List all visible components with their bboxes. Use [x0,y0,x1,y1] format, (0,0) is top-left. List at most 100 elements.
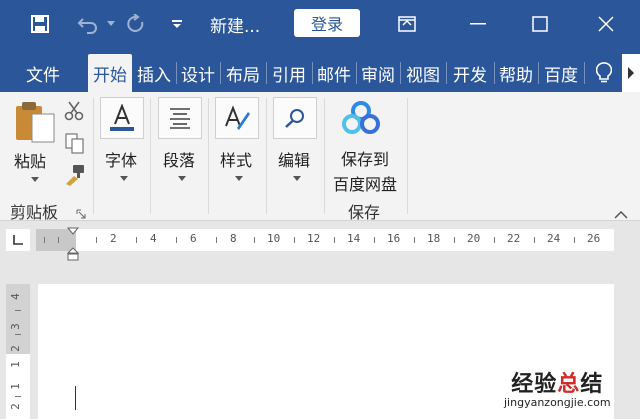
save-group-label: 保存 [348,203,381,222]
ribbon-home: 粘贴 剪贴板 字体 段落 样式 编辑 保存到 百度网盘 保存 [0,92,640,222]
font-dropdown-icon[interactable] [120,176,128,181]
vruler-tick [15,310,21,311]
paragraph-dropdown-icon[interactable] [178,176,186,181]
watermark-text: 经验总结 [504,366,611,398]
paste-icon[interactable] [12,98,58,144]
watermark: 经验总结 jingyanzongjie.com [504,366,611,409]
ruler-label: 2 [110,232,117,245]
paragraph-icon[interactable] [158,97,202,139]
ruler-tick [334,237,335,243]
clipboard-dialog-launcher-icon[interactable] [76,204,86,219]
ruler-tick [414,237,415,243]
ruler-label: 18 [427,232,441,245]
login-button[interactable]: 登录 [294,9,360,37]
tab-layout[interactable]: 布局 [221,54,265,92]
ruler-tick [534,237,535,243]
vertical-ruler[interactable]: 4 3 2 1 1 2 [6,284,30,419]
ruler-label: 12 [307,232,321,245]
horizontal-ruler[interactable]: 2 4 6 8 10 12 14 16 18 20 22 24 26 [36,227,614,261]
document-title: 新建... [210,17,261,37]
editing-search-icon[interactable] [273,97,317,139]
save-to-baidu-label-line2: 百度网盘 [332,175,397,194]
font-button[interactable]: 字体 [105,147,137,171]
undo-dropdown-icon[interactable] [104,0,118,48]
paste-button[interactable]: 粘贴 [14,148,46,172]
ruler-label: 10 [267,232,281,245]
editing-button[interactable]: 编辑 [278,147,310,171]
ruler-tick [216,237,217,243]
tab-help[interactable]: 帮助 [495,54,537,92]
baidu-netdisk-icon[interactable] [341,98,381,138]
tab-design[interactable]: 设计 [177,54,219,92]
font-icon[interactable] [100,97,144,139]
watermark-part: 结 [580,372,604,397]
ruler-tick [374,237,375,243]
minimize-icon[interactable] [464,0,492,48]
paragraph-button[interactable]: 段落 [163,147,195,171]
tab-view[interactable]: 视图 [401,54,445,92]
vruler-label: 1 [8,383,22,390]
tab-scroll-right-icon[interactable] [622,54,640,92]
watermark-part: 经验 [511,372,558,397]
group-separator [407,98,408,214]
save-to-baidu-button[interactable]: 保存到 百度网盘 [330,146,400,195]
ruler-label: 16 [387,232,401,245]
title-bar: 新建... 登录 [0,0,640,48]
group-separator [266,98,267,214]
tab-review[interactable]: 审阅 [357,54,399,92]
ruler-tick [44,237,45,243]
ruler-label: 24 [547,232,561,245]
ruler-tick [96,237,97,243]
undo-icon[interactable] [70,0,106,48]
tab-insert[interactable]: 插入 [133,54,175,92]
ruler-tick [136,237,137,243]
maximize-icon[interactable] [526,0,554,48]
group-separator [150,98,151,214]
tell-me-lightbulb-icon[interactable] [590,54,618,92]
ruler-tick [494,237,495,243]
ribbon-display-options-icon[interactable] [393,0,421,48]
save-to-baidu-label-line1: 保存到 [340,150,389,169]
ruler-label: 4 [150,232,157,245]
editing-dropdown-icon[interactable] [293,176,301,181]
tab-file[interactable]: 文件 [16,54,70,92]
vruler-label: 2 [8,403,22,410]
watermark-part: 总 [557,372,581,397]
vruler-label: 2 [8,345,22,352]
ruler-label: 8 [230,232,237,245]
format-painter-icon[interactable] [64,164,86,186]
tab-references[interactable]: 引用 [267,54,311,92]
cut-icon[interactable] [63,100,85,122]
group-separator [208,98,209,214]
ruler-label: 22 [507,232,521,245]
paste-dropdown-icon[interactable] [31,177,39,182]
clipboard-group-label: 剪贴板 [10,203,59,222]
customize-toolbar-icon[interactable] [168,0,186,48]
group-separator [93,98,94,214]
save-icon[interactable] [22,0,58,48]
styles-icon[interactable] [215,97,259,139]
indent-markers-icon[interactable] [66,227,80,261]
styles-button[interactable]: 样式 [220,147,252,171]
tab-separator [584,62,585,84]
tab-mailings[interactable]: 邮件 [313,54,355,92]
ruler-tick [176,237,177,243]
ruler-label: 6 [190,232,197,245]
horizontal-ruler-row: 2 4 6 8 10 12 14 16 18 20 22 24 26 [0,221,640,261]
close-icon[interactable] [592,0,620,48]
watermark-url: jingyanzongjie.com [504,396,611,409]
tab-developer[interactable]: 开发 [447,54,493,92]
redo-icon[interactable] [120,0,152,48]
ruler-tick [454,237,455,243]
tab-baidu[interactable]: 百度 [539,54,583,92]
styles-dropdown-icon[interactable] [235,176,243,181]
group-separator [324,98,325,214]
ribbon-tab-bar: 文件 开始 插入 设计 布局 引用 邮件 审阅 视图 开发 帮助 百度 [0,48,640,92]
ruler-tick [294,237,295,243]
tab-home[interactable]: 开始 [88,54,132,92]
tab-stop-selector-icon[interactable] [6,229,30,251]
collapse-ribbon-icon[interactable] [614,204,628,219]
copy-icon[interactable] [64,132,86,154]
text-cursor [75,386,76,410]
vruler-label: 1 [8,361,22,368]
